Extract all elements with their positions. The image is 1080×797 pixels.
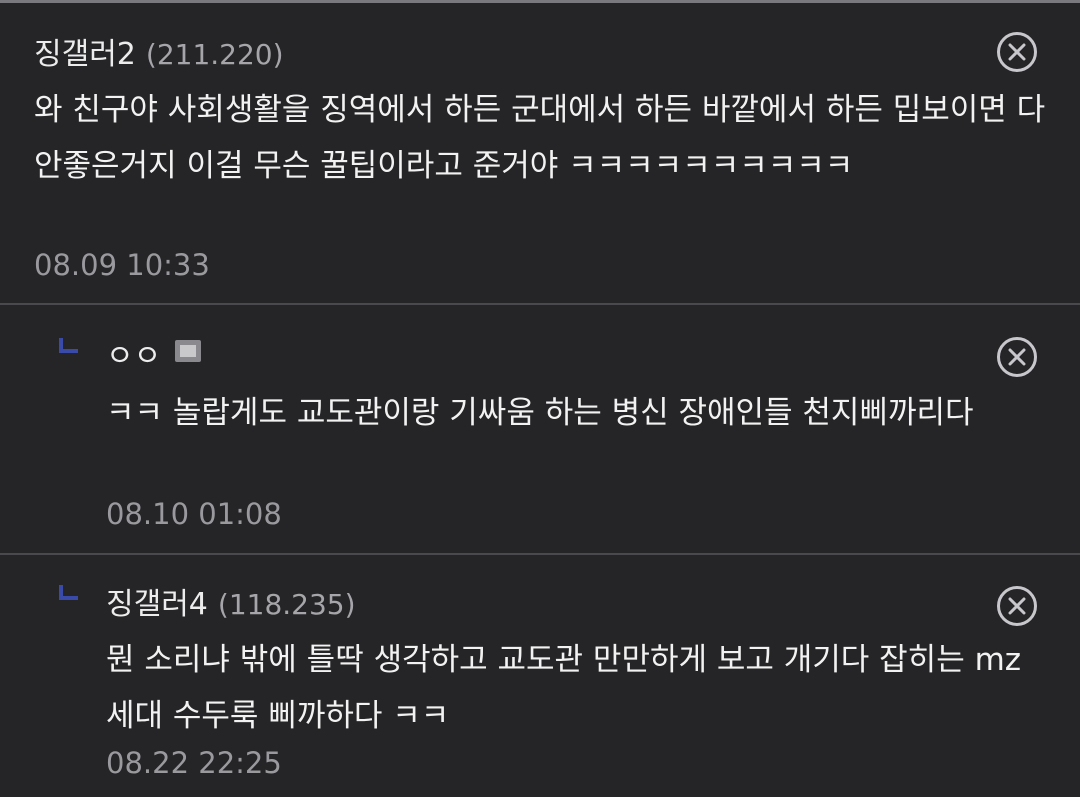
close-circle-icon <box>1008 348 1026 366</box>
author-nick[interactable]: ㅇㅇ <box>106 339 161 374</box>
delete-comment-button[interactable] <box>997 32 1037 72</box>
author-ip: (118.235) <box>217 588 356 621</box>
comment-item: 징갤러2 (211.220) 와 친구야 사회생활을 징역에서 하든 군대에서 하… <box>0 3 1080 303</box>
reply-arrow-icon <box>59 338 78 353</box>
comment-text: 와 친구야 사회생활을 징역에서 하든 군대에서 하든 바깥에서 하든 밉보이면… <box>34 92 1046 184</box>
comment-author[interactable]: ㅇㅇ <box>106 331 202 375</box>
close-circle-icon <box>1008 43 1026 61</box>
reply-item: ㅇㅇ ㅋㅋ 놀랍게도 교도관이랑 기싸움 하는 병신 장애인들 천지삐까리다 0… <box>0 305 1080 553</box>
author-nick[interactable]: 징갤러4 <box>106 587 208 622</box>
comment-author[interactable]: 징갤러2 (211.220) <box>34 29 284 73</box>
comment-text: ㅋㅋ 놀랍게도 교도관이랑 기싸움 하는 병신 장애인들 천지삐까리다 <box>106 395 974 431</box>
author-ip: (211.220) <box>145 38 284 71</box>
author-nick[interactable]: 징갤러2 <box>34 37 136 72</box>
gallery-icon <box>175 340 202 362</box>
reply-arrow-icon <box>59 585 78 600</box>
comment-date: 08.10 01:08 <box>106 497 282 531</box>
comment-text: 뭔 소리냐 밖에 틀딱 생각하고 교도관 만만하게 보고 개기다 잡히는 mz … <box>106 642 1022 734</box>
delete-comment-button[interactable] <box>997 337 1037 377</box>
comment-author[interactable]: 징갤러4 (118.235) <box>106 579 356 623</box>
comment-date: 08.22 22:25 <box>106 746 282 780</box>
close-circle-icon <box>1008 597 1026 615</box>
reply-item: 징갤러4 (118.235) 뭔 소리냐 밖에 틀딱 생각하고 교도관 만만하게 … <box>0 555 1080 797</box>
delete-comment-button[interactable] <box>997 586 1037 626</box>
comment-date: 08.09 10:33 <box>34 248 210 282</box>
